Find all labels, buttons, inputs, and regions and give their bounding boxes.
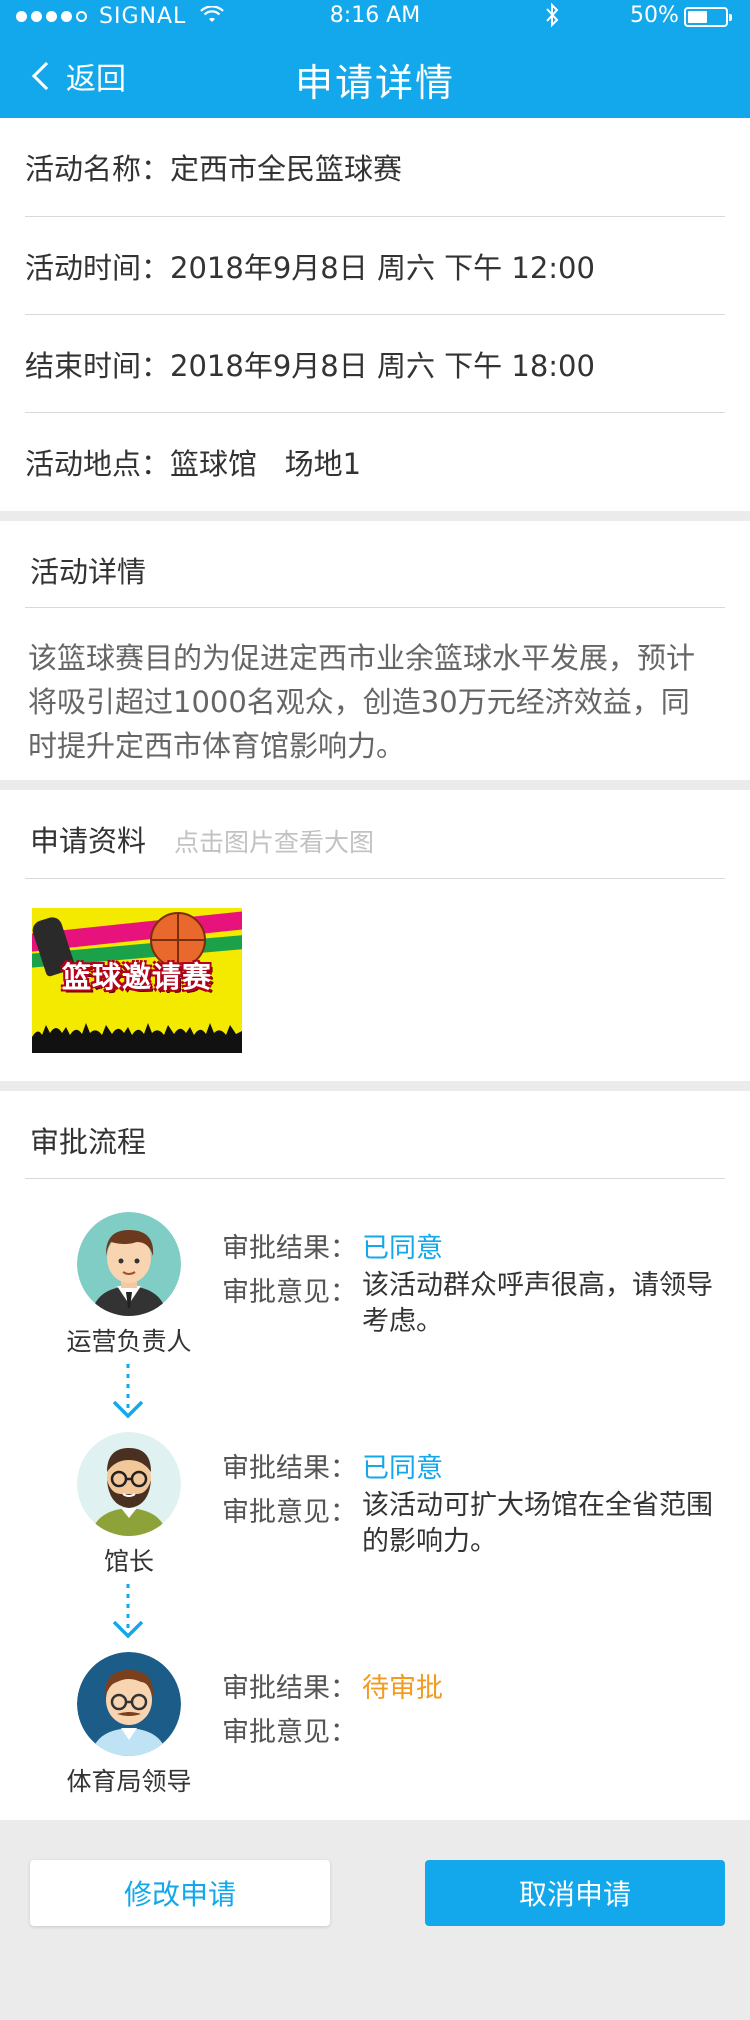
battery-percent: 50%	[630, 3, 679, 28]
info-row-start-time: 活动时间： 2018年9月8日 周六 下午 12:00	[25, 217, 725, 315]
divider	[25, 878, 725, 879]
crowd-silhouette	[32, 1023, 242, 1053]
info-label: 活动地点：	[25, 447, 171, 481]
info-label: 结束时间：	[25, 349, 171, 383]
nav-bar: 返回 申请详情	[0, 40, 750, 112]
info-row-end-time: 结束时间： 2018年9月8日 周六 下午 18:00	[25, 315, 725, 413]
avatar-director	[77, 1432, 181, 1536]
result-label: 审批结果：	[222, 1233, 357, 1264]
opinion-text: 该活动可扩大场馆在全省范围 的影响力。	[362, 1488, 727, 1560]
opinion-line: 考虑。	[362, 1306, 443, 1337]
activity-info-card: 活动名称： 定西市全民篮球赛 活动时间： 2018年9月8日 周六 下午 12:…	[0, 118, 750, 511]
description-line: 该篮球赛目的为促进定西市业余篮球水平发展，预计	[28, 641, 696, 675]
description-line: 将吸引超过1000名观众，创造30万元经济效益，同	[28, 685, 690, 719]
info-value: 2018年9月8日 周六 下午 12:00	[170, 251, 595, 285]
approver-role: 馆长	[103, 1547, 154, 1576]
info-value: 篮球馆 场地1	[170, 447, 362, 481]
opinion-line: 的影响力。	[362, 1526, 497, 1557]
cancel-application-button[interactable]: 取消申请	[425, 1860, 725, 1926]
opinion-label: 审批意见：	[222, 1277, 357, 1308]
result-label: 审批结果：	[222, 1453, 357, 1484]
avatar-sports-bureau-leader	[77, 1652, 181, 1756]
top-bar: SIGNAL 8:16 AM 50% 返回 申请详情	[0, 0, 750, 118]
bluetooth-icon	[544, 2, 560, 34]
info-value: 2018年9月8日 周六 下午 18:00	[170, 349, 595, 383]
result-value-approved: 已同意	[362, 1233, 443, 1264]
result-label: 审批结果：	[222, 1673, 357, 1704]
opinion-text: 该活动群众呼声很高，请领导 考虑。	[362, 1268, 727, 1340]
battery-icon	[684, 7, 732, 27]
info-label: 活动名称：	[25, 152, 171, 186]
approver-role: 体育局领导	[66, 1767, 192, 1796]
opinion-line: 该活动可扩大场馆在全省范围	[362, 1490, 713, 1521]
application-image-thumbnail[interactable]: 篮球邀请赛	[32, 908, 242, 1053]
info-row-name: 活动名称： 定西市全民篮球赛	[25, 118, 725, 216]
arrow-down-icon	[112, 1364, 144, 1419]
page-title: 申请详情	[294, 61, 455, 105]
section-title: 申请资料	[30, 824, 147, 858]
opinion-label: 审批意见：	[222, 1497, 357, 1528]
info-row-location: 活动地点： 篮球馆 场地1	[25, 413, 725, 511]
info-value: 定西市全民篮球赛	[170, 152, 403, 186]
description-line: 时提升定西市体育馆影响力。	[28, 729, 406, 763]
arrow-down-icon	[112, 1584, 144, 1639]
section-title: 审批流程	[30, 1125, 147, 1159]
approver-role: 运营负责人	[66, 1327, 192, 1356]
divider	[25, 1178, 725, 1179]
opinion-line: 该活动群众呼声很高，请领导	[362, 1270, 713, 1301]
result-value-approved: 已同意	[362, 1453, 443, 1484]
status-bar: SIGNAL 8:16 AM 50%	[0, 0, 750, 34]
divider	[25, 607, 725, 608]
activity-description: 该篮球赛目的为促进定西市业余篮球水平发展，预计 将吸引超过1000名观众，创造3…	[28, 636, 728, 768]
avatar-operations-manager	[77, 1212, 181, 1316]
materials-header: 申请资料 点击图片查看大图	[30, 818, 374, 860]
modify-application-button[interactable]: 修改申请	[30, 1860, 330, 1926]
result-value-pending: 待审批	[362, 1673, 443, 1704]
info-label: 活动时间：	[25, 251, 171, 285]
opinion-label: 审批意见：	[222, 1717, 357, 1748]
banner-text: 篮球邀请赛	[61, 960, 212, 994]
materials-hint: 点击图片查看大图	[174, 828, 375, 857]
section-title: 活动详情	[30, 555, 147, 589]
